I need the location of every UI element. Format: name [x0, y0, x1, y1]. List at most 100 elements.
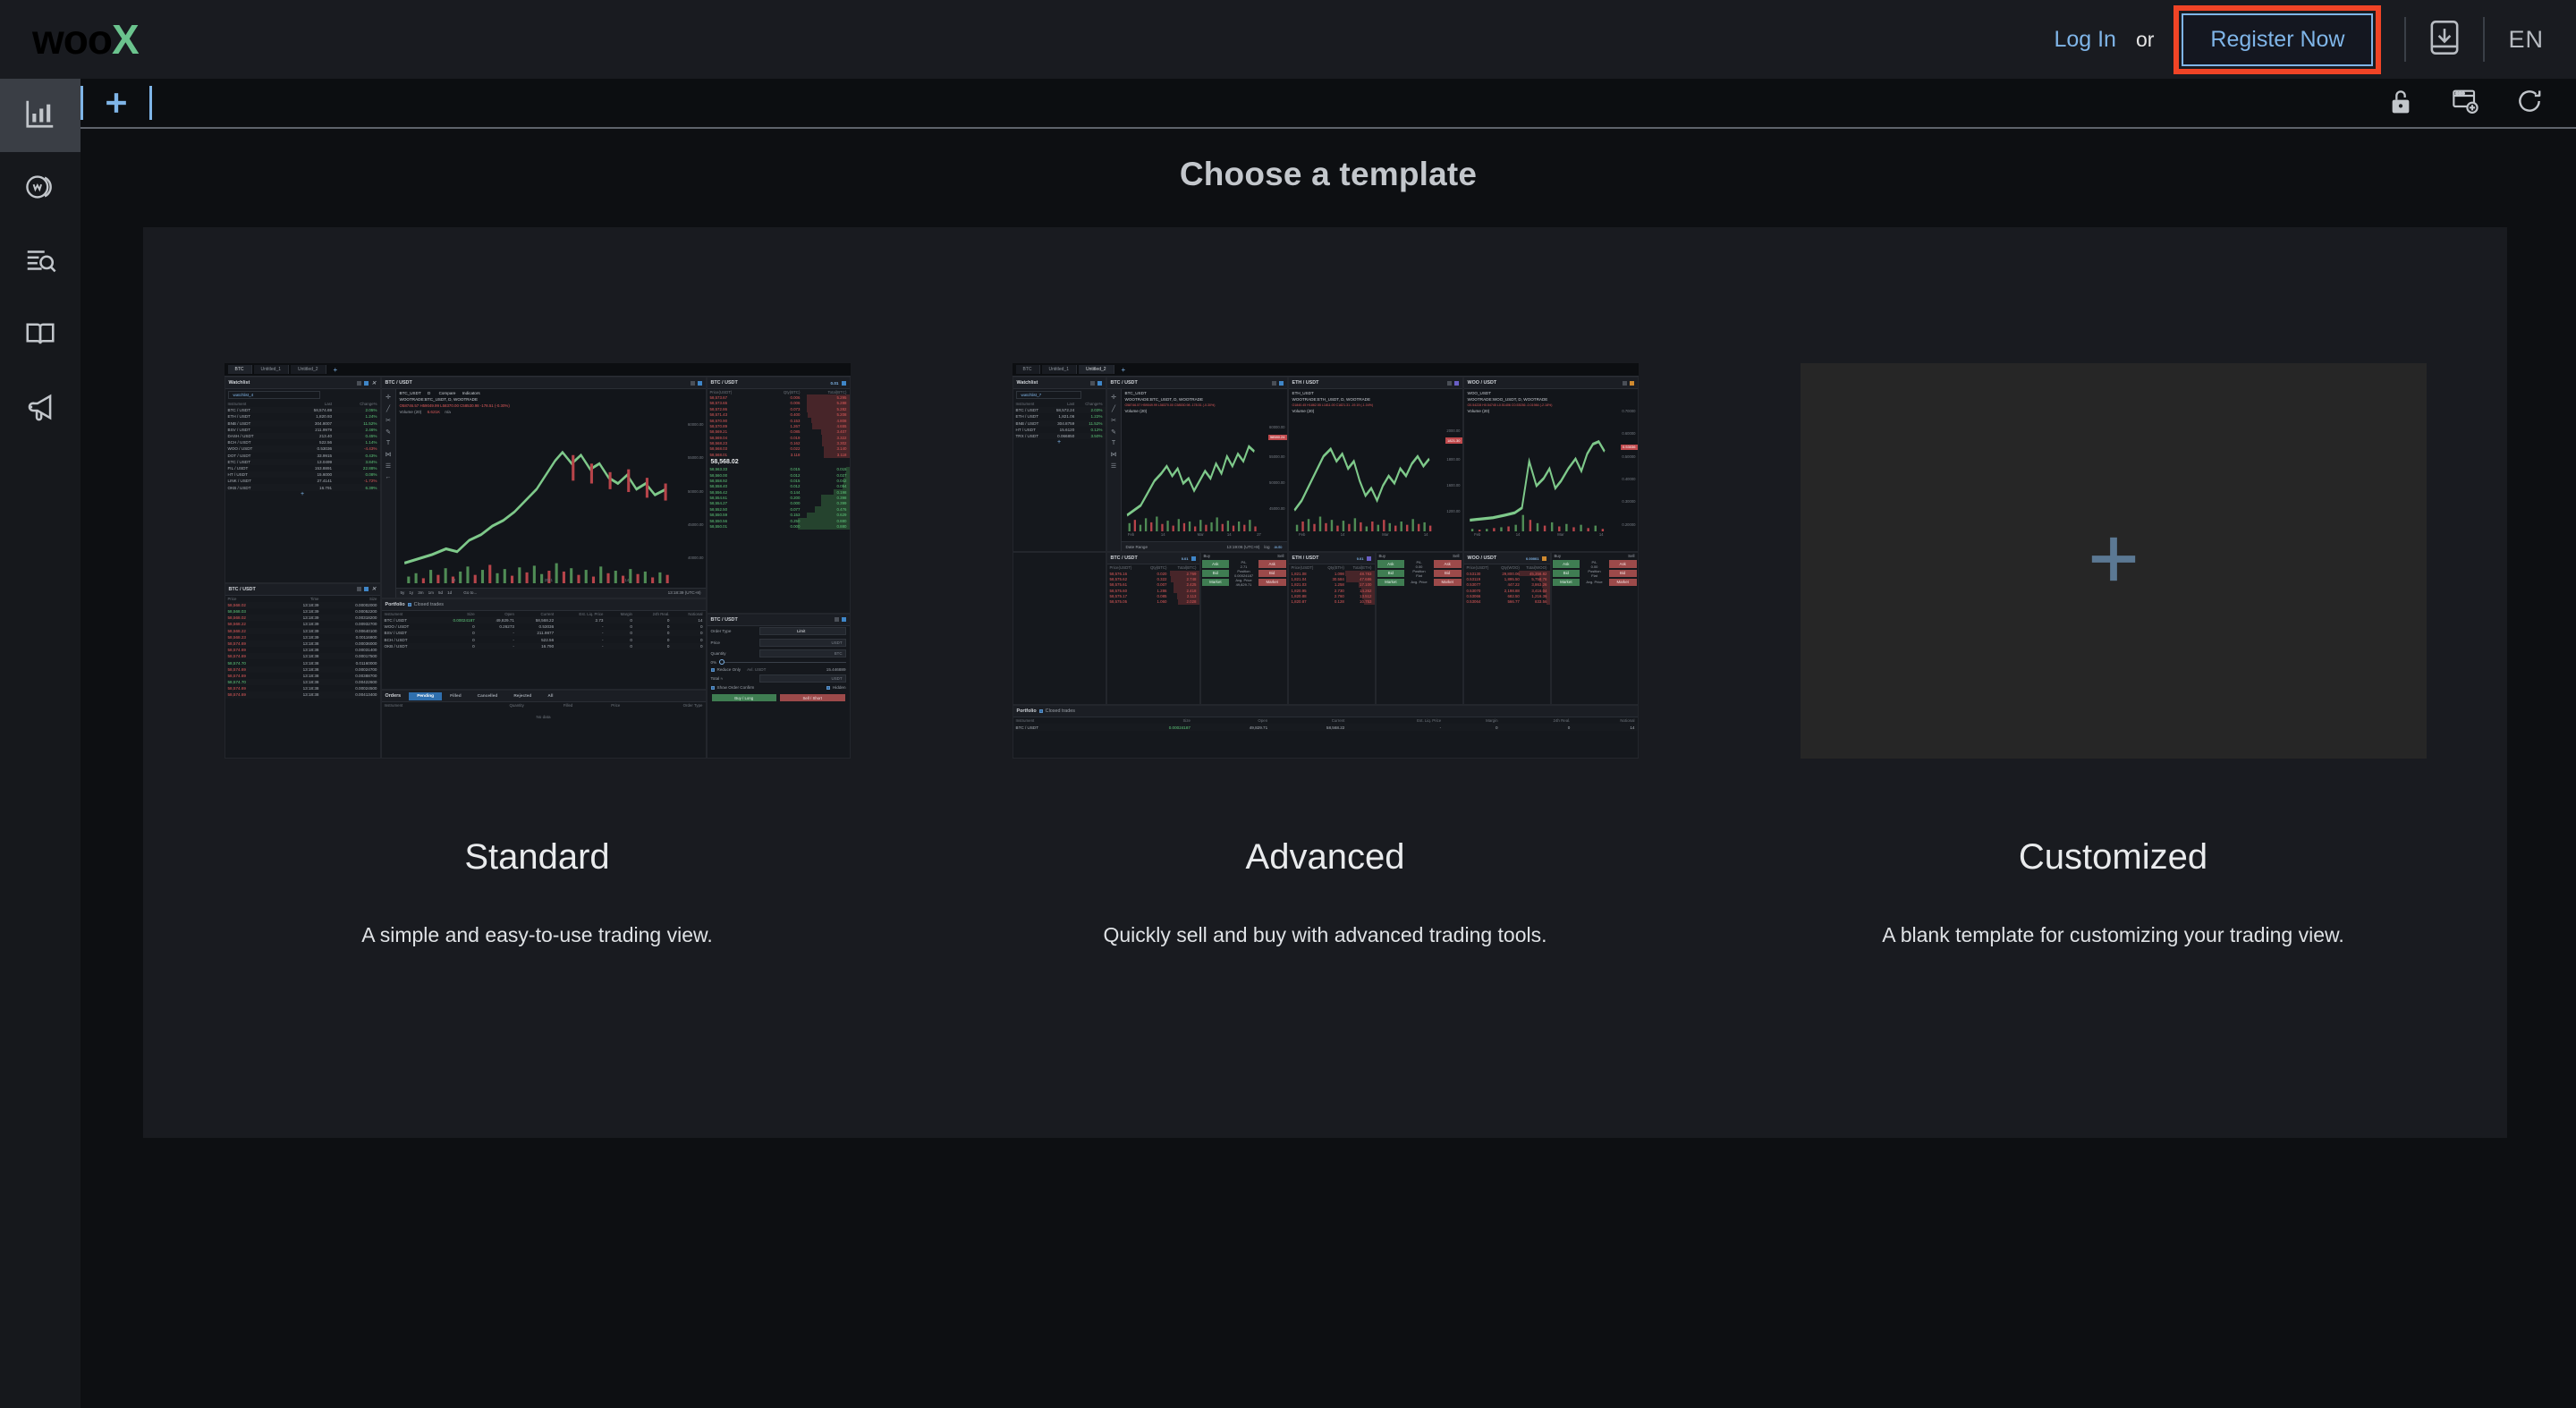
grid-sell-bid: Bid	[1258, 569, 1286, 577]
preview-orders-table: Instrument Quantity Filled Price Order Type	[384, 703, 703, 708]
preview-chart-title: BTC / USDT	[385, 380, 412, 386]
preview-orders-panel: Orders Pending Filled Cancelled Rejected…	[380, 690, 707, 759]
preview-orders-tab: Filled	[450, 693, 462, 699]
grid-buy-ask: Ask	[1201, 560, 1230, 568]
add-window-icon[interactable]	[2451, 87, 2479, 120]
template-title-standard: Standard	[464, 837, 610, 877]
unlock-icon[interactable]	[2386, 87, 2415, 120]
preview-orders-title: Orders	[385, 693, 402, 700]
preview-adv-portfolio-title: Portfolio	[1016, 708, 1037, 715]
customized-preview-thumbnail	[1800, 363, 2427, 759]
template-card-advanced[interactable]: BTC Untitled_1 Untitled_2 + Watchlist wa…	[1012, 363, 1639, 950]
logo-x-text: X	[111, 16, 140, 63]
price-input: USDT	[758, 638, 846, 647]
grid-sell-market: Market	[1608, 578, 1637, 586]
grid-buy-market: Market	[1377, 578, 1405, 586]
header-divider-1	[2404, 17, 2407, 62]
mobile-download-icon[interactable]	[2429, 20, 2460, 60]
grid-buy-market: Market	[1552, 578, 1580, 586]
grid-buy-market: Market	[1201, 578, 1230, 586]
preview-adv-watchlist-title: Watchlist	[1016, 380, 1038, 386]
grid-sell-ask: Ask	[1258, 560, 1286, 568]
grid-buy-ask: Ask	[1377, 560, 1405, 568]
language-selector[interactable]: EN	[2508, 26, 2544, 54]
preview-chart-series-title: WOOTRADE:BTC_USDT, D, WOOTRADE	[399, 397, 479, 402]
preview-chart-xaxis: 14 2021 14	[451, 577, 630, 582]
header-divider-2	[2483, 17, 2486, 62]
closed-trades-checkbox	[407, 602, 411, 606]
sidebar-item-announcements[interactable]	[0, 372, 80, 445]
template-title-advanced: Advanced	[1245, 837, 1405, 877]
preview-adv-chart-symbol: BTC_USDT	[1124, 391, 1147, 395]
login-link[interactable]: Log In	[2054, 27, 2116, 53]
preview-adv-chart-title: BTC / USDT	[1110, 380, 1138, 386]
order-type-select: Limit	[758, 627, 846, 636]
template-desc-customized: A blank template for customizing your tr…	[1882, 923, 2344, 946]
add-tab-button[interactable]	[83, 78, 149, 128]
tabbar-actions	[2386, 87, 2576, 120]
preview-chart-canvas: BTC_USDT D Compare Indicators WOOTRADE:B…	[395, 389, 706, 598]
quantity-input: BTC	[758, 649, 846, 657]
buy-long-button: Buy / Long	[711, 694, 776, 702]
woo-coin-icon	[23, 170, 57, 208]
preview-adv-drawing-toolbar: ✛ ╱ ✂ ✎ T ⋈ ☰	[1106, 389, 1122, 552]
preview-adv-watchlist-panel: Watchlist watchlist_7 Instrument Last Chan…	[1012, 377, 1106, 553]
preview-portfolio-panel: Portfolio Closed trades Instrument Size Op…	[380, 598, 707, 691]
header-actions: Log In or Register Now EN	[2054, 0, 2576, 79]
sidebar-item-markets[interactable]	[0, 79, 80, 152]
preview-chart-symbol: BTC_USDT	[399, 391, 421, 395]
page-title: Choose a template	[1179, 156, 1478, 192]
preview-tabs: BTC Untitled_1 Untitled_2 +	[224, 363, 851, 377]
preview-trades-title: BTC / USDT	[228, 586, 256, 592]
sidebar-item-docs[interactable]	[0, 299, 80, 372]
preview-tab: BTC	[1015, 365, 1040, 374]
amount-slider-value: 0%	[710, 659, 717, 665]
sidebar-item-explore[interactable]	[0, 225, 80, 299]
template-desc-standard: A simple and easy-to-use trading view.	[361, 923, 713, 946]
preview-orders-empty: No data	[536, 715, 551, 720]
refresh-icon[interactable]	[2515, 87, 2544, 120]
preview-orders-tab: All	[547, 693, 554, 699]
template-desc-advanced: Quickly sell and buy with advanced tradi…	[1103, 923, 1547, 946]
preview-add-tab-icon: +	[333, 365, 338, 374]
preview-tabs: BTC Untitled_1 Untitled_2 +	[1012, 363, 1639, 377]
register-now-button[interactable]: Register Now	[2182, 13, 2374, 66]
preview-adv-chart-eth: ETH / USDT ETH_USDT WOOTRADE:ETH_USDT, D…	[1287, 377, 1463, 553]
grid-sell-market: Market	[1258, 578, 1286, 586]
preview-adv-tradegrid-btc: Buy Sell Ask P/L 2.71 Ask Bid Position 0.00…	[1199, 552, 1288, 706]
preview-adv-portfolio-panel: Portfolio Closed trades Instrument Size Op…	[1012, 705, 1639, 759]
preview-portfolio-table: Instrument Size Open Current Est. Liq. Price…	[384, 611, 703, 649]
preview-watchlist-panel: Watchlist ✕ watchlist_4 Instrument Last Cha…	[224, 377, 381, 583]
preview-trades-panel: BTC / USDT ✕ Price Time Size 58,568.02 13:18…	[224, 582, 381, 759]
grid-buy-ask: Ask	[1552, 560, 1580, 568]
woox-logo[interactable]: woo X	[32, 15, 140, 64]
preview-order-form-title: BTC / USDT	[710, 616, 738, 623]
preview-adv-watchlist-selector: watchlist_7	[1015, 391, 1082, 399]
preview-adv-chart-title: ETH / USDT	[1292, 380, 1319, 386]
grid-sell-bid: Bid	[1608, 569, 1637, 577]
logo-woo-text: woo	[32, 16, 113, 63]
template-card-standard[interactable]: BTC Untitled_1 Untitled_2 + Watchlist ✕ w…	[224, 363, 851, 950]
preview-chart-yaxis: 60000.00 55000.00 50000.00 45000.00 4000…	[688, 422, 704, 561]
advanced-preview-thumbnail: BTC Untitled_1 Untitled_2 + Watchlist wa…	[1012, 363, 1639, 759]
grid-sell-bid: Bid	[1433, 569, 1462, 577]
preview-adv-portfolio-table: Instrument Size Open Current Est. Liq. Price…	[1015, 718, 1635, 730]
preview-portfolio-title: Portfolio	[385, 601, 405, 607]
sidebar-item-woo[interactable]	[0, 152, 80, 225]
template-card-customized[interactable]: Customized A blank template for customiz…	[1800, 363, 2427, 950]
grid-sell-ask: Ask	[1608, 560, 1637, 568]
preview-chart-panel: BTC / USDT ✛ ╱ ✂ ✎ T ⋈ ☰ ← BTC_USDT D Co…	[380, 377, 707, 598]
preview-tab: Untitled_1	[253, 365, 290, 374]
preview-tab: Untitled_2	[1079, 365, 1114, 374]
preview-adv-chart-symbol: WOO_USDT	[1467, 391, 1492, 395]
preview-order-form-panel: BTC / USDT Order Type Limit Price USDT Qua…	[706, 613, 851, 759]
workspace-tabbar	[80, 79, 2576, 129]
preview-adv-chart-title: WOO / USDT	[1467, 380, 1497, 386]
preview-adv-tradegrid-eth: Buy Sell Ask P/L 0.00 Ask Bid Position Flat	[1375, 552, 1463, 706]
preview-adv-orderbook-btc: BTC / USDT 0.01 Price(USDT) Qty(BTC) Total(…	[1106, 552, 1200, 706]
or-label: or	[2135, 27, 2155, 51]
reduce-only-checkbox	[710, 667, 715, 672]
tab-separator-right	[149, 86, 152, 120]
grid-sell-market: Market	[1433, 578, 1462, 586]
preview-orderbook-title: BTC / USDT	[710, 380, 738, 386]
